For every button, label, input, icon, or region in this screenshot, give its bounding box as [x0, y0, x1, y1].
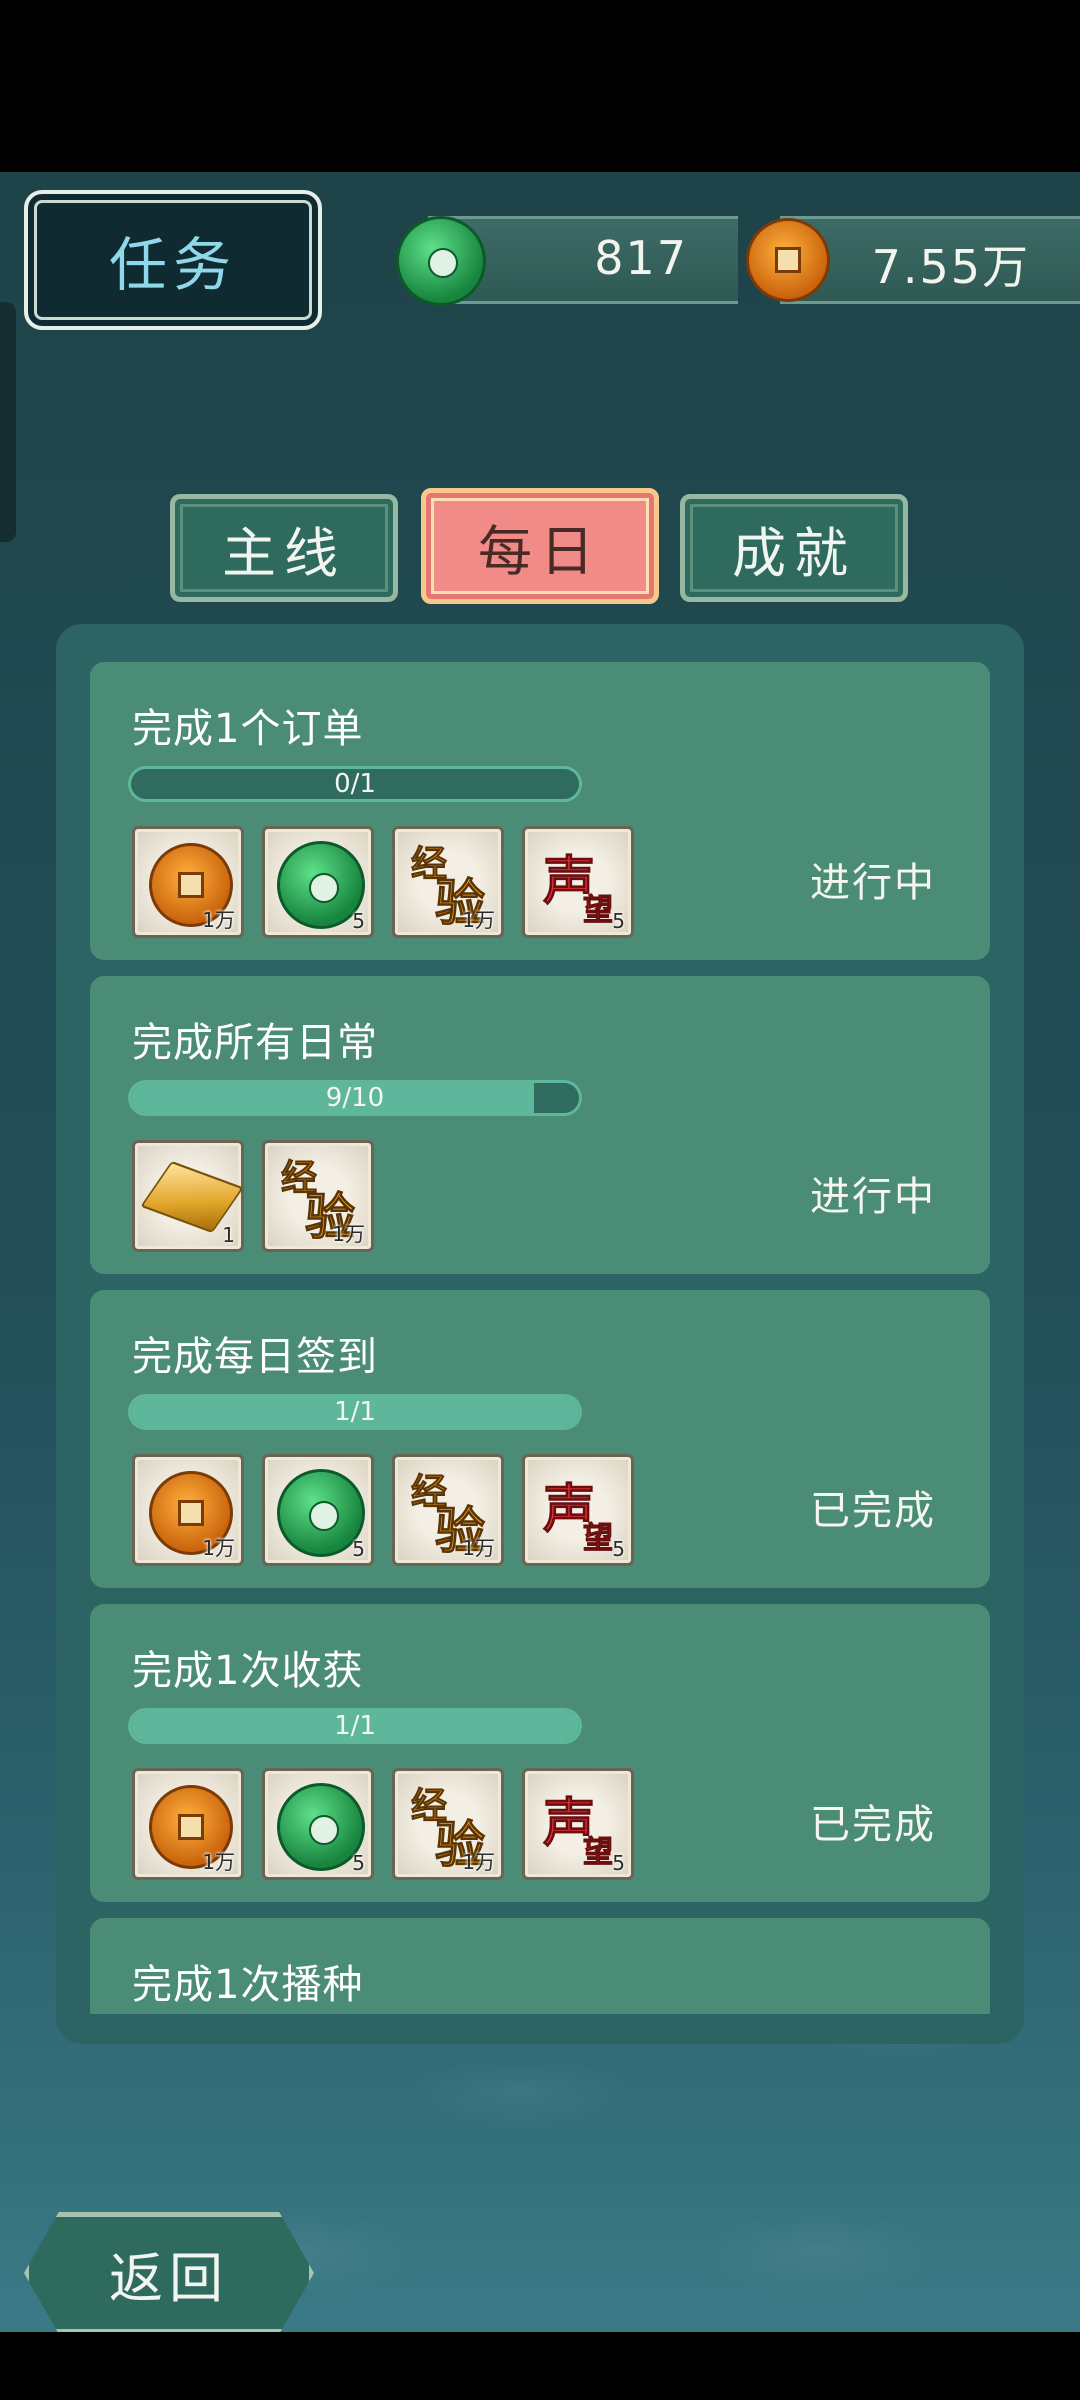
task-title: 完成每日签到 [132, 1334, 378, 1380]
task-card[interactable]: 完成1次播种 [90, 1918, 990, 2014]
reward-quantity: 5 [352, 1537, 365, 1561]
task-status: 已完成 [810, 1802, 936, 1848]
coin-amount: 7.55万 [871, 240, 1030, 294]
reward-quantity: 1万 [202, 908, 235, 932]
reward-item[interactable]: 5 [262, 1454, 374, 1566]
reputation-icon-glyph: 望 [583, 893, 614, 929]
task-card[interactable]: 完成所有日常 9/10 1 经验 1万 进行中 [90, 976, 990, 1274]
reward-quantity: 5 [612, 1851, 625, 1875]
task-progress-bar: 9/10 [128, 1080, 582, 1116]
task-status: 已完成 [810, 1488, 936, 1534]
reward-quantity: 5 [352, 909, 365, 933]
reward-quantity: 1万 [202, 1850, 235, 1874]
task-card[interactable]: 完成1个订单 0/1 1万 5 经验 1万声望 5 进行中 [90, 662, 990, 960]
reward-list: 1万 5 经验 1万声望 5 [132, 826, 634, 938]
reward-item[interactable]: 1万 [132, 1454, 244, 1566]
reward-quantity: 1万 [202, 1536, 235, 1560]
jade-icon [396, 216, 486, 306]
reward-item[interactable]: 声望5 [522, 1768, 634, 1880]
reward-item[interactable]: 5 [262, 1768, 374, 1880]
reputation-icon-glyph: 望 [583, 1835, 614, 1871]
task-progress-bar: 0/1 [128, 766, 582, 802]
reward-list: 1万 5 经验 1万声望 5 [132, 1768, 634, 1880]
reward-item[interactable]: 1 [132, 1140, 244, 1252]
reputation-icon-glyph: 望 [583, 1521, 614, 1557]
reward-item[interactable]: 声望5 [522, 1454, 634, 1566]
task-title: 完成1个订单 [132, 706, 364, 752]
reward-item[interactable]: 1万 [132, 1768, 244, 1880]
reward-list: 1万 5 经验 1万声望 5 [132, 1454, 634, 1566]
reward-quantity: 1万 [462, 1536, 495, 1560]
reward-item[interactable]: 5 [262, 826, 374, 938]
tab-main-quest[interactable]: 主线 [170, 494, 398, 602]
reward-item[interactable]: 经验 1万 [392, 826, 504, 938]
task-card[interactable]: 完成1次收获 1/1 1万 5 经验 1万声望 5 已完成 [90, 1604, 990, 1902]
task-screen: 任务 817 7.55万 主线 每日 成就 完成1个订单 0/1 1万 5 经验 1万… [0, 172, 1080, 2332]
task-progress-text: 1/1 [334, 1397, 376, 1427]
reward-item[interactable]: 经验 1万 [392, 1768, 504, 1880]
task-card[interactable]: 完成每日签到 1/1 1万 5 经验 1万声望 5 已完成 [90, 1290, 990, 1588]
task-progress-text: 0/1 [334, 769, 376, 799]
task-progress-text: 9/10 [325, 1083, 385, 1113]
task-title: 完成1次播种 [132, 1962, 364, 2008]
reward-quantity: 1 [222, 1223, 235, 1247]
reward-quantity: 1万 [462, 908, 495, 932]
task-progress-bar: 1/1 [128, 1394, 582, 1430]
task-title: 完成1次收获 [132, 1648, 364, 1694]
task-list[interactable]: 完成1个订单 0/1 1万 5 经验 1万声望 5 进行中 完成所有日常 9/10 1经验1… [90, 662, 990, 2014]
coin-icon [746, 218, 830, 302]
task-status: 进行中 [810, 1174, 936, 1220]
page-title: 任务 [108, 231, 237, 299]
reward-quantity: 1万 [462, 1850, 495, 1874]
back-button-label: 返回 [109, 2246, 229, 2310]
side-handle[interactable] [0, 302, 16, 542]
task-progress-text: 1/1 [334, 1711, 376, 1741]
reward-quantity: 5 [352, 1851, 365, 1875]
reward-item[interactable]: 声望5 [522, 826, 634, 938]
task-title: 完成所有日常 [132, 1020, 378, 1066]
title-frame: 任务 [24, 190, 322, 330]
task-status: 进行中 [810, 860, 936, 906]
reward-quantity: 5 [612, 1537, 625, 1561]
tab-daily[interactable]: 每日 [421, 488, 659, 604]
reward-quantity: 1万 [332, 1222, 365, 1246]
jade-amount: 817 [594, 231, 688, 285]
back-button[interactable]: 返回 [24, 2212, 314, 2332]
reward-item[interactable]: 1万 [132, 826, 244, 938]
task-panel: 完成1个订单 0/1 1万 5 经验 1万声望 5 进行中 完成所有日常 9/10 1经验1… [56, 624, 1024, 2044]
reward-list: 1 经验 1万 [132, 1140, 374, 1252]
reward-quantity: 5 [612, 909, 625, 933]
task-progress-bar: 1/1 [128, 1708, 582, 1744]
tab-achievements[interactable]: 成就 [680, 494, 908, 602]
reward-item[interactable]: 经验 1万 [262, 1140, 374, 1252]
reward-item[interactable]: 经验 1万 [392, 1454, 504, 1566]
